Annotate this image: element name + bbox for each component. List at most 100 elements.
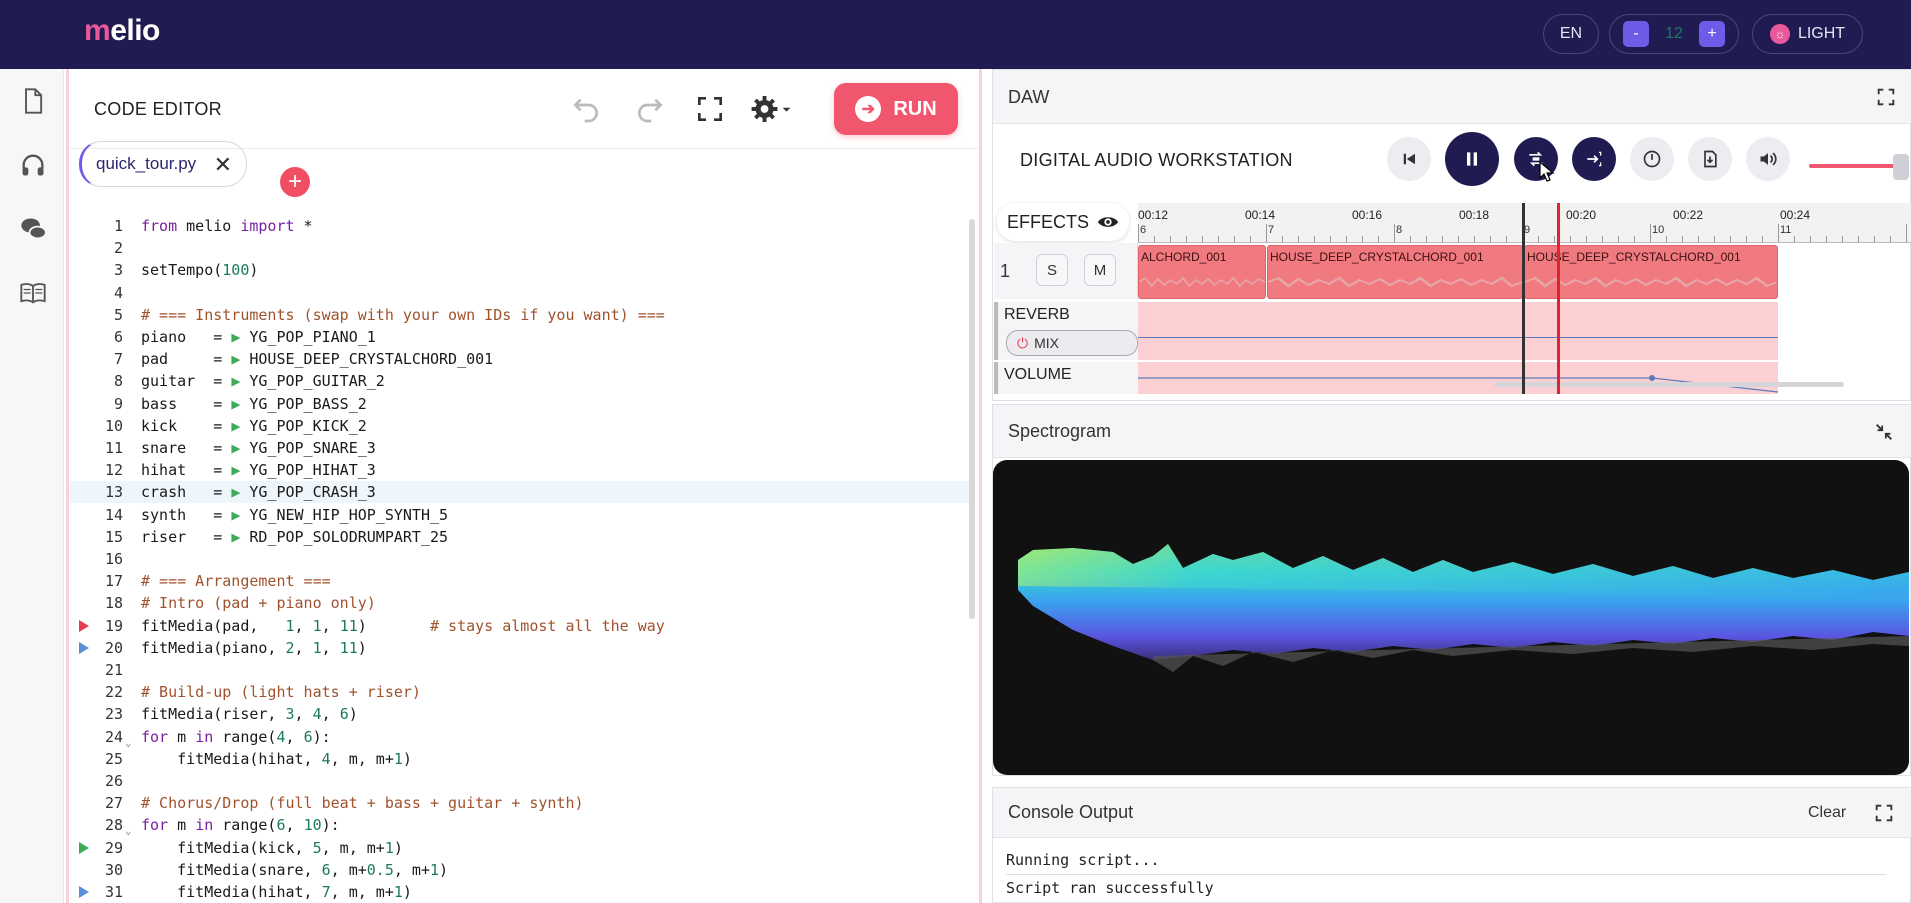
code-line[interactable]: 15 riser = ▶ RD_POP_SOLODRUMPART_25	[69, 526, 969, 548]
line-number[interactable]: 29	[69, 837, 123, 859]
code-line[interactable]: 29 fitMedia(kick, 5, m, m+1)	[69, 837, 969, 859]
loop-marker[interactable]	[1522, 203, 1525, 394]
metronome-button[interactable]	[1630, 137, 1674, 181]
melio-logo[interactable]: melio	[84, 14, 160, 48]
pause-button[interactable]	[1445, 132, 1499, 186]
font-decrease-button[interactable]: -	[1623, 21, 1649, 47]
line-number[interactable]: 15	[69, 526, 123, 548]
mute-button[interactable]: M	[1084, 254, 1116, 286]
line-number[interactable]: 28	[69, 814, 123, 836]
line-number[interactable]: 8	[69, 370, 123, 392]
code-line[interactable]: 7 pad = ▶ HOUSE_DEEP_CRYSTALCHORD_001	[69, 348, 969, 370]
line-number[interactable]: 7	[69, 348, 123, 370]
line-number[interactable]: 22	[69, 681, 123, 703]
line-number[interactable]: 24	[69, 726, 123, 748]
code-line[interactable]: 12 hihat = ▶ YG_POP_HIHAT_3	[69, 459, 969, 481]
code-line[interactable]: 1 from melio import *	[69, 215, 969, 237]
code-line[interactable]: 4	[69, 282, 969, 304]
line-number[interactable]: 27	[69, 792, 123, 814]
code-line[interactable]: 18 # Intro (pad + piano only)	[69, 592, 969, 614]
book-icon[interactable]	[19, 279, 47, 307]
code-line[interactable]: 23 fitMedia(riser, 3, 4, 6)	[69, 703, 969, 725]
download-button[interactable]	[1688, 137, 1732, 181]
code-line[interactable]: 27 # Chorus/Drop (full beat + bass + guit…	[69, 792, 969, 814]
code-line[interactable]: 2	[69, 237, 969, 259]
code-line[interactable]: 13 crash = ▶ YG_POP_CRASH_3	[69, 481, 969, 504]
fullscreen-icon[interactable]	[694, 93, 726, 125]
redo-icon[interactable]	[634, 93, 666, 125]
line-number[interactable]: 4	[69, 282, 123, 304]
skip-back-button[interactable]	[1387, 137, 1431, 181]
line-number[interactable]: 16	[69, 548, 123, 570]
code-line[interactable]: 21	[69, 659, 969, 681]
code-line[interactable]: 20 fitMedia(piano, 2, 1, 11)	[69, 637, 969, 659]
code-line[interactable]: 11 snare = ▶ YG_POP_SNARE_3	[69, 437, 969, 459]
playhead[interactable]	[1557, 203, 1560, 394]
line-number[interactable]: 6	[69, 326, 123, 348]
follow-playhead-button[interactable]	[1572, 137, 1616, 181]
line-number[interactable]: 5	[69, 304, 123, 326]
breakpoint-marker-icon[interactable]	[79, 841, 89, 854]
code-line[interactable]: 31 fitMedia(hihat, 7, m, m+1)	[69, 881, 969, 903]
code-line[interactable]: 14 synth = ▶ YG_NEW_HIP_HOP_SYNTH_5	[69, 504, 969, 526]
reverb-automation-lane[interactable]	[1138, 302, 1778, 360]
close-tab-icon[interactable]: ✕	[214, 152, 232, 178]
line-number[interactable]: 13	[69, 481, 123, 503]
volume-slider-knob[interactable]	[1893, 154, 1909, 180]
collapse-spectrogram-icon[interactable]	[1873, 421, 1895, 443]
expand-console-icon[interactable]	[1873, 802, 1895, 824]
breakpoint-marker-icon[interactable]	[79, 886, 89, 898]
add-tab-button[interactable]: +	[280, 167, 310, 197]
line-number[interactable]: 1	[69, 215, 123, 237]
file-icon[interactable]	[19, 87, 47, 115]
run-button[interactable]: ➔ RUN	[834, 83, 958, 135]
code-line[interactable]: 9 bass = ▶ YG_POP_BASS_2	[69, 393, 969, 415]
solo-button[interactable]: S	[1036, 254, 1068, 286]
volume-slider-track[interactable]	[1809, 164, 1905, 168]
code-line[interactable]: 30 fitMedia(snare, 6, m+0.5, m+1)	[69, 859, 969, 881]
chat-icon[interactable]	[19, 215, 47, 243]
volume-automation-lane[interactable]	[1138, 362, 1778, 394]
line-number[interactable]: 23	[69, 703, 123, 725]
line-number[interactable]: 18	[69, 592, 123, 614]
clear-console-button[interactable]: Clear	[1808, 804, 1846, 822]
volume-mute-button[interactable]	[1746, 137, 1790, 181]
theme-toggle[interactable]: ☼ LIGHT	[1752, 14, 1863, 54]
effects-toggle[interactable]: EFFECTS	[997, 203, 1129, 241]
code-area[interactable]: 1 from melio import * 2 3 setTempo(100) 4 5 # =…	[69, 215, 979, 903]
effect-mix-toggle[interactable]: ⏻ MIX	[1006, 330, 1138, 356]
font-increase-button[interactable]: +	[1699, 21, 1725, 47]
code-line[interactable]: 8 guitar = ▶ YG_POP_GUITAR_2	[69, 370, 969, 392]
line-number[interactable]: 14	[69, 504, 123, 526]
line-number[interactable]: 9	[69, 393, 123, 415]
line-number[interactable]: 20	[69, 637, 123, 659]
audio-clip[interactable]: HOUSE_DEEP_CRYSTALCHORD_001	[1524, 245, 1778, 299]
code-line[interactable]: 25 fitMedia(hihat, 4, m, m+1)	[69, 748, 969, 770]
code-line[interactable]: 5 # === Instruments (swap with your own I…	[69, 304, 969, 326]
settings-gear-icon[interactable]	[749, 93, 793, 125]
undo-icon[interactable]	[570, 93, 602, 125]
line-number[interactable]: 21	[69, 659, 123, 681]
code-line[interactable]: 3 setTempo(100)	[69, 259, 969, 281]
timeline-scrollbar[interactable]	[1494, 382, 1844, 387]
code-line[interactable]: 10 kick = ▶ YG_POP_KICK_2	[69, 415, 969, 437]
line-number[interactable]: 11	[69, 437, 123, 459]
language-selector[interactable]: EN	[1543, 14, 1599, 54]
expand-daw-icon[interactable]	[1875, 86, 1897, 108]
line-number[interactable]: 19	[69, 615, 123, 637]
breakpoint-marker-icon[interactable]	[79, 619, 89, 632]
code-line[interactable]: 26	[69, 770, 969, 792]
line-number[interactable]: 12	[69, 459, 123, 481]
line-number[interactable]: 3	[69, 259, 123, 281]
headphones-icon[interactable]	[19, 151, 47, 179]
line-number[interactable]: 25	[69, 748, 123, 770]
code-line[interactable]: 24 ⌄ for m in range(4, 6):	[69, 726, 969, 749]
audio-clip[interactable]: HOUSE_DEEP_CRYSTALCHORD_001	[1267, 245, 1523, 299]
breakpoint-marker-icon[interactable]	[79, 641, 89, 654]
code-line[interactable]: 22 # Build-up (light hats + riser)	[69, 681, 969, 703]
editor-scrollbar[interactable]	[969, 219, 975, 619]
code-line[interactable]: 28 ⌄ for m in range(6, 10):	[69, 814, 969, 837]
line-number[interactable]: 17	[69, 570, 123, 592]
code-line[interactable]: 6 piano = ▶ YG_POP_PIANO_1	[69, 326, 969, 348]
file-tab-quick-tour[interactable]: quick_tour.py ✕	[79, 141, 247, 187]
